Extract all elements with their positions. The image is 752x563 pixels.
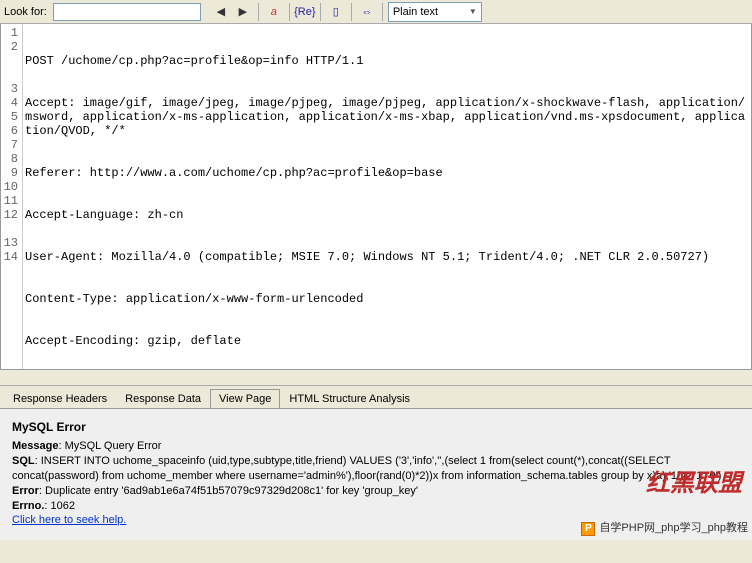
code-line: Accept: image/gif, image/jpeg, image/pjp…: [25, 96, 751, 138]
pane-gap: [0, 370, 752, 386]
error-errno-row: Errno.: 1062: [12, 499, 742, 514]
separator: [382, 3, 383, 21]
error-error-row: Error: Duplicate entry '6ad9ab1e6a74f51b…: [12, 484, 742, 499]
tab-view-page[interactable]: View Page: [210, 389, 280, 409]
match-case-icon[interactable]: a: [264, 2, 284, 22]
code-content[interactable]: POST /uchome/cp.php?ac=profile&op=info H…: [23, 24, 751, 369]
error-panel: MySQL Error Message: MySQL Query Error S…: [0, 408, 752, 540]
tab-html-structure[interactable]: HTML Structure Analysis: [280, 389, 419, 408]
code-line: Content-Type: application/x-www-form-url…: [25, 292, 751, 306]
response-tabs: Response Headers Response Data View Page…: [0, 386, 752, 408]
php-badge-icon: P: [581, 522, 595, 536]
regex-icon[interactable]: {Re}: [295, 2, 315, 22]
code-line: Accept-Encoding: gzip, deflate: [25, 334, 751, 348]
prev-icon[interactable]: ◀: [211, 2, 231, 22]
request-code-pane: 1 2 3 4 5 6 7 8 9 10 11 12 13 14 POST /u…: [0, 24, 752, 370]
footer-text: 自学PHP网_php学习_php教程: [599, 521, 748, 536]
seek-help-link[interactable]: Click here to seek help.: [12, 514, 126, 526]
footer-note: P 自学PHP网_php学习_php教程: [581, 521, 748, 536]
separator: [320, 3, 321, 21]
expand-icon[interactable]: ⇔: [357, 2, 377, 22]
separator: [351, 3, 352, 21]
mode-select-value: Plain text: [393, 6, 438, 18]
error-sql-row: SQL: INSERT INTO uchome_spaceinfo (uid,t…: [12, 454, 742, 484]
line-gutter: 1 2 3 4 5 6 7 8 9 10 11 12 13 14: [1, 24, 23, 369]
whole-word-icon[interactable]: ▯: [326, 2, 346, 22]
error-message-row: Message: MySQL Query Error: [12, 439, 742, 454]
tab-response-headers[interactable]: Response Headers: [4, 389, 116, 408]
mode-select[interactable]: Plain text: [388, 2, 482, 22]
watermark-text: 红黑联盟: [646, 468, 742, 500]
code-line: Referer: http://www.a.com/uchome/cp.php?…: [25, 166, 751, 180]
code-line: User-Agent: Mozilla/4.0 (compatible; MSI…: [25, 250, 751, 264]
next-icon[interactable]: ▶: [233, 2, 253, 22]
toolbar: Look for: ◀ ▶ a {Re} ▯ ⇔ Plain text: [0, 0, 752, 24]
code-line: Accept-Language: zh-cn: [25, 208, 751, 222]
separator: [289, 3, 290, 21]
code-line: POST /uchome/cp.php?ac=profile&op=info H…: [25, 54, 751, 68]
separator: [258, 3, 259, 21]
tab-response-data[interactable]: Response Data: [116, 389, 210, 408]
search-input[interactable]: [53, 3, 201, 21]
error-title: MySQL Error: [12, 419, 742, 435]
lookfor-label: Look for:: [4, 6, 47, 18]
